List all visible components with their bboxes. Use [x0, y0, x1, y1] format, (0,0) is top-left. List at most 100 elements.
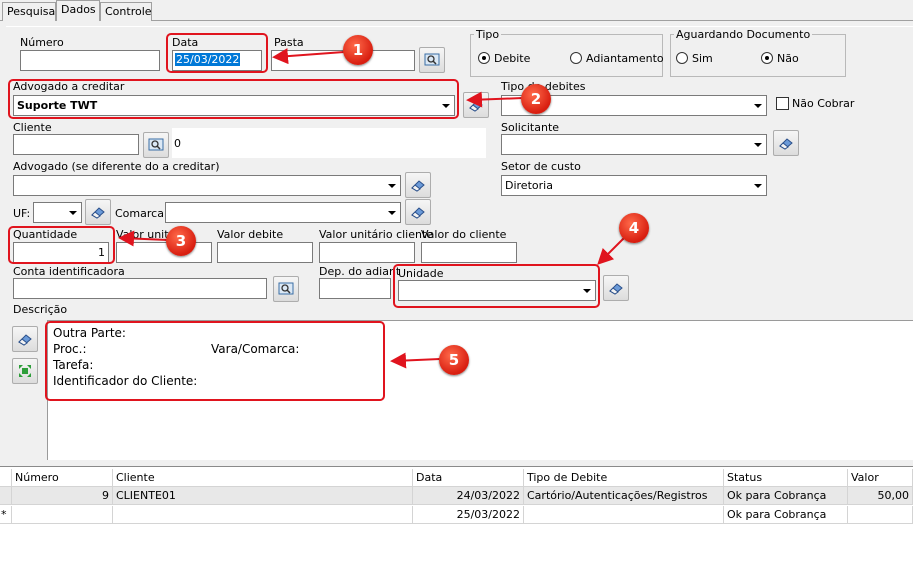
- cliente-search-button[interactable]: [143, 132, 169, 158]
- setor-custo-select[interactable]: Diretoria: [501, 175, 767, 196]
- numero-input[interactable]: [20, 50, 160, 71]
- valor-cliente-label: Valor do cliente: [421, 228, 507, 241]
- advogado-creditar-clear-button[interactable]: [463, 92, 489, 118]
- tipo-title: Tipo: [474, 28, 502, 41]
- table-row-cell-cliente[interactable]: CLIENTE01: [113, 487, 413, 505]
- eraser-icon: [469, 100, 483, 112]
- setor-custo-label: Setor de custo: [501, 160, 581, 173]
- tipo-debite-radio[interactable]: [478, 52, 490, 64]
- setor-custo-value: Diretoria: [505, 179, 553, 192]
- eraser-icon: [18, 334, 32, 346]
- cliente-description: 0: [172, 128, 486, 158]
- advogado-diferente-clear-button[interactable]: [405, 172, 431, 198]
- table-row-cell-tipo[interactable]: Cartório/Autenticações/Registros: [524, 487, 724, 505]
- tab-controle-label: Controle: [105, 5, 152, 18]
- table-row-cell-cliente[interactable]: [113, 506, 413, 524]
- solicitante-label: Solicitante: [501, 121, 560, 134]
- pasta-label: Pasta: [274, 36, 304, 49]
- row-indicator: [0, 487, 12, 505]
- step-badge-2: 2: [521, 84, 551, 114]
- tipo-debite-label: Debite: [494, 52, 531, 65]
- grid-header-data[interactable]: Data: [413, 469, 524, 487]
- eraser-icon: [411, 207, 425, 219]
- table-row-cell-valor[interactable]: [848, 506, 913, 524]
- chevron-down-icon: [750, 177, 765, 194]
- cliente-input[interactable]: [13, 134, 139, 155]
- nao-cobrar-checkbox[interactable]: [776, 97, 789, 110]
- comarca-clear-button[interactable]: [405, 199, 431, 225]
- valor-debite-input[interactable]: [217, 242, 313, 263]
- tipo-adiantamento-radio[interactable]: [570, 52, 582, 64]
- valor-debite-label: Valor debite: [217, 228, 284, 241]
- grid-indicator-header: [0, 469, 12, 487]
- conta-label: Conta identificadora: [13, 265, 125, 278]
- unidade-clear-button[interactable]: [603, 275, 629, 301]
- grid-header-numero[interactable]: Número: [12, 469, 113, 487]
- advogado-diferente-label: Advogado (se diferente do a creditar): [13, 160, 220, 173]
- tab-dados-label: Dados: [61, 3, 96, 16]
- highlight-box-1: [166, 33, 268, 73]
- aguardando-nao-label: Não: [777, 52, 799, 65]
- search-icon: [148, 138, 164, 151]
- tab-pesquisa-label: Pesquisa: [7, 5, 56, 18]
- solicitante-select[interactable]: [501, 134, 767, 155]
- grid-header-status[interactable]: Status: [724, 469, 848, 487]
- aguardando-sim-radio[interactable]: [676, 52, 688, 64]
- valor-unit-cliente-input[interactable]: [319, 242, 415, 263]
- grid-header-tipo[interactable]: Tipo de Debite: [524, 469, 724, 487]
- valor-cliente-input[interactable]: [421, 242, 517, 263]
- cliente-label: Cliente: [13, 121, 52, 134]
- table-row-cell-data[interactable]: 25/03/2022: [413, 506, 524, 524]
- tab-controle[interactable]: Controle: [100, 2, 152, 21]
- descricao-clear-button[interactable]: [12, 326, 38, 352]
- uf-select[interactable]: [33, 202, 82, 223]
- search-icon: [278, 282, 294, 295]
- dep-input[interactable]: [319, 278, 391, 299]
- highlight-box-4: [393, 264, 600, 308]
- eraser-icon: [779, 138, 793, 150]
- dep-label: Dep. do adiant: [319, 265, 401, 278]
- aguardando-sim-label: Sim: [692, 52, 713, 65]
- table-row-cell-tipo[interactable]: [524, 506, 724, 524]
- pasta-search-button[interactable]: [419, 47, 445, 73]
- valor-unit-cliente-label: Valor unitário cliente: [319, 228, 434, 241]
- table-row-cell-numero[interactable]: 9: [12, 487, 113, 505]
- chevron-down-icon: [384, 204, 399, 221]
- table-row-cell-status[interactable]: Ok para Cobrança: [724, 506, 848, 524]
- comarca-label: Comarca:: [115, 207, 168, 220]
- step-badge-5: 5: [439, 345, 469, 375]
- uf-label: UF:: [13, 207, 31, 220]
- debites-grid: Número Cliente Data Tipo de Debite Statu…: [0, 466, 913, 568]
- comarca-select[interactable]: [165, 202, 401, 223]
- aguardando-title: Aguardando Documento: [674, 28, 813, 41]
- chevron-down-icon: [384, 177, 399, 194]
- grid-header-valor[interactable]: Valor: [848, 469, 913, 487]
- eraser-icon: [411, 180, 425, 192]
- conta-input[interactable]: [13, 278, 267, 299]
- nao-cobrar-label: Não Cobrar: [792, 97, 855, 110]
- advogado-diferente-select[interactable]: [13, 175, 401, 196]
- table-row-cell-data[interactable]: 24/03/2022: [413, 487, 524, 505]
- step-badge-4: 4: [619, 213, 649, 243]
- search-icon: [424, 53, 440, 66]
- eraser-icon: [609, 283, 623, 295]
- descricao-label: Descrição: [13, 303, 68, 316]
- solicitante-clear-button[interactable]: [773, 130, 799, 156]
- descricao-expand-button[interactable]: [12, 358, 38, 384]
- table-row-cell-valor[interactable]: 50,00: [848, 487, 913, 505]
- chevron-down-icon: [750, 136, 765, 153]
- tab-dados[interactable]: Dados: [56, 0, 100, 21]
- chevron-down-icon: [65, 204, 80, 221]
- expand-icon: [19, 365, 31, 377]
- highlight-box-2: [8, 79, 459, 119]
- new-row-indicator: *: [0, 506, 12, 524]
- aguardando-nao-radio[interactable]: [761, 52, 773, 64]
- uf-clear-button[interactable]: [85, 199, 111, 225]
- table-row-cell-numero[interactable]: [12, 506, 113, 524]
- tab-pesquisa[interactable]: Pesquisa: [2, 2, 56, 21]
- table-row-cell-status[interactable]: Ok para Cobrança: [724, 487, 848, 505]
- step-badge-3: 3: [166, 226, 196, 256]
- grid-header-cliente[interactable]: Cliente: [113, 469, 413, 487]
- conta-search-button[interactable]: [273, 276, 299, 302]
- valor-unitario-input[interactable]: [116, 242, 212, 263]
